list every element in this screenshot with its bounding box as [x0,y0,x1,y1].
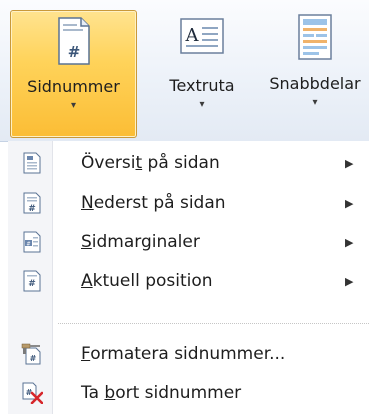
page-number-button[interactable]: # Sidnummer ▾ [10,10,137,138]
current-position-icon: # [23,270,41,292]
remove-page-numbers-icon: # [22,382,43,404]
svg-text:A: A [185,25,200,46]
quick-parts-label: Snabbdelar [269,74,361,93]
top-of-page-icon [23,152,41,174]
menu-item-label: Översit på sidan [81,153,220,173]
quick-parts-icon [298,14,332,60]
page-number-label: Sidnummer [27,77,120,96]
submenu-arrow-icon: ▶ [345,196,354,210]
svg-text:#: # [26,242,30,248]
submenu-arrow-icon: ▶ [345,235,354,249]
svg-text:#: # [28,279,36,289]
menu-separator [58,323,369,324]
text-box-icon: A [180,18,224,54]
dropdown-arrow-icon: ▾ [312,97,318,108]
format-page-numbers-icon: # [21,343,41,365]
ribbon: # Sidnummer ▾ A Textruta ▾ Snabbdelar ▾ [0,0,369,142]
menu-item-remove-page-numbers[interactable]: # Ta bort sidnummer [8,373,369,413]
text-box-button[interactable]: A Textruta ▾ [147,10,257,138]
svg-text:#: # [28,204,36,214]
menu-item-label: Aktuell position [81,271,213,291]
submenu-arrow-icon: ▶ [345,274,354,288]
text-box-label: Textruta [169,76,235,95]
menu-item-label: Ta bort sidnummer [81,383,242,403]
menu-item-label: Nederst på sidan [81,193,226,213]
bottom-of-page-icon: # [23,192,41,214]
dropdown-arrow-icon: ▾ [199,99,205,110]
menu-item-page-margins[interactable]: # Sidmarginaler ▶ [8,222,369,262]
quick-parts-button[interactable]: Snabbdelar ▾ [255,10,369,138]
menu-item-label: Sidmarginaler [81,232,200,252]
menu-item-label: Formatera sidnummer... [81,344,286,364]
svg-text:#: # [67,43,80,61]
page-margins-icon: # [23,231,41,253]
dropdown-arrow-icon: ▾ [70,100,77,111]
svg-text:#: # [30,354,37,363]
page-number-menu: Översit på sidan ▶ # Nederst på sidan ▶ … [8,141,369,414]
submenu-arrow-icon: ▶ [345,156,354,170]
page-number-icon: # [57,17,90,65]
menu-item-current-position[interactable]: # Aktuell position ▶ [8,261,369,301]
menu-item-format-page-numbers[interactable]: # Formatera sidnummer... [8,334,369,374]
menu-item-bottom-of-page[interactable]: # Nederst på sidan ▶ [8,183,369,223]
menu-item-top-of-page[interactable]: Översit på sidan ▶ [8,143,369,183]
